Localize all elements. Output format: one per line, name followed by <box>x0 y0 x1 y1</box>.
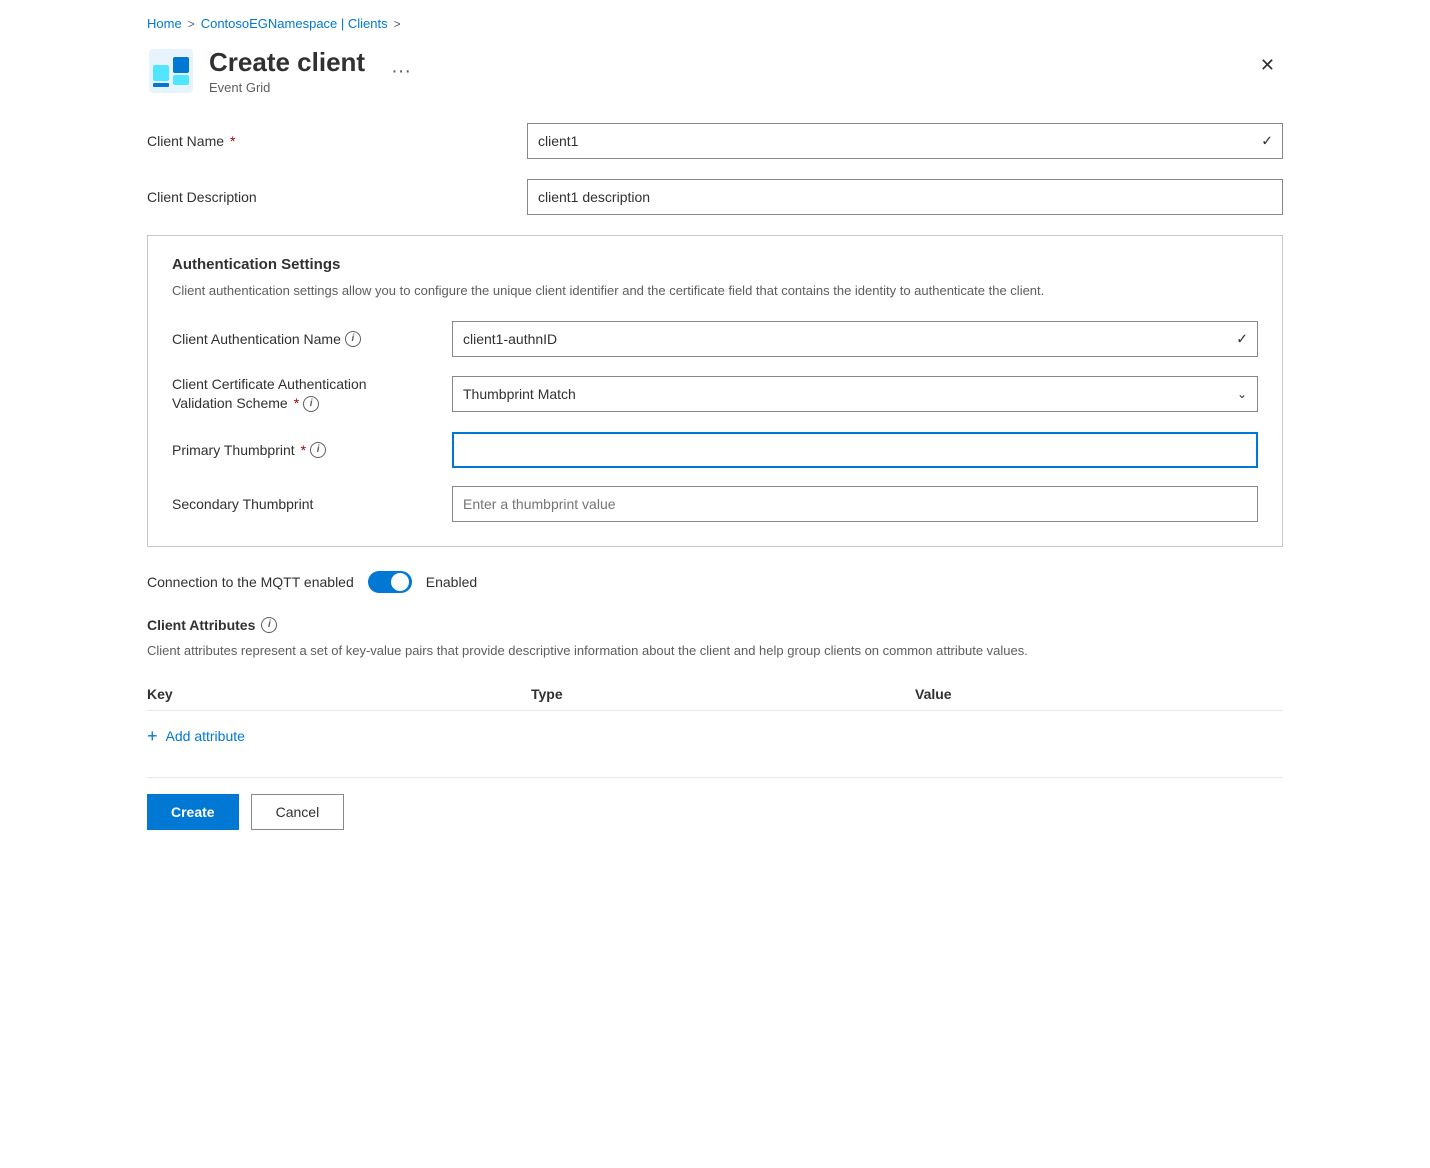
client-attributes-desc: Client attributes represent a set of key… <box>147 641 1283 661</box>
authn-name-row: Client Authentication Name i ✓ <box>172 321 1258 357</box>
header-text: Create client Event Grid <box>209 47 365 95</box>
primary-thumbprint-info-icon[interactable]: i <box>310 442 326 458</box>
cert-scheme-label: Client Certificate Authentication Valida… <box>172 375 452 414</box>
page-subtitle: Event Grid <box>209 80 365 95</box>
close-button[interactable]: ✕ <box>1252 51 1283 80</box>
cert-scheme-info-icon[interactable]: i <box>303 396 319 412</box>
cert-scheme-dropdown[interactable]: Thumbprint Match ⌄ <box>452 376 1258 412</box>
secondary-thumbprint-row: Secondary Thumbprint <box>172 486 1258 522</box>
authentication-settings-box: Authentication Settings Client authentic… <box>147 235 1283 547</box>
col-header-type: Type <box>531 686 899 702</box>
secondary-thumbprint-input[interactable] <box>452 486 1258 522</box>
client-description-row: Client Description <box>147 179 1283 215</box>
create-button[interactable]: Create <box>147 794 239 830</box>
page-title: Create client <box>209 47 365 78</box>
primary-thumbprint-label: Primary Thumbprint * i <box>172 442 452 458</box>
client-attributes-section: Client Attributes i Client attributes re… <box>147 617 1283 754</box>
primary-thumbprint-required: * <box>301 442 306 458</box>
client-description-label: Client Description <box>147 189 527 205</box>
breadcrumb-home[interactable]: Home <box>147 16 182 31</box>
client-name-control: ✓ <box>527 123 1283 159</box>
breadcrumb: Home > ContosoEGNamespace | Clients > <box>147 16 1283 31</box>
mqtt-label: Connection to the MQTT enabled <box>147 574 354 590</box>
cert-scheme-control: Thumbprint Match ⌄ <box>452 376 1258 412</box>
page-header: Create client Event Grid ··· ✕ <box>147 47 1283 95</box>
cert-scheme-chevron-icon: ⌄ <box>1237 387 1247 401</box>
authn-name-input[interactable] <box>452 321 1258 357</box>
auth-settings-desc: Client authentication settings allow you… <box>172 281 1258 301</box>
client-name-row: Client Name * ✓ <box>147 123 1283 159</box>
auth-settings-title: Authentication Settings <box>172 256 1258 273</box>
cancel-button[interactable]: Cancel <box>251 794 345 830</box>
primary-thumbprint-row: Primary Thumbprint * i <box>172 432 1258 468</box>
breadcrumb-namespace[interactable]: ContosoEGNamespace | Clients <box>201 16 388 31</box>
col-header-key: Key <box>147 686 515 702</box>
authn-name-control: ✓ <box>452 321 1258 357</box>
breadcrumb-sep1: > <box>188 17 195 31</box>
secondary-thumbprint-label: Secondary Thumbprint <box>172 496 452 512</box>
client-description-control <box>527 179 1283 215</box>
add-attribute-label: Add attribute <box>166 728 245 744</box>
primary-thumbprint-input[interactable] <box>452 432 1258 468</box>
authn-name-check-icon: ✓ <box>1236 330 1248 347</box>
mqtt-toggle[interactable] <box>368 571 412 593</box>
breadcrumb-sep2: > <box>394 17 401 31</box>
client-attributes-title: Client Attributes i <box>147 617 1283 633</box>
cert-scheme-row: Client Certificate Authentication Valida… <box>172 375 1258 414</box>
client-attrs-info-icon[interactable]: i <box>261 617 277 633</box>
header-left: Create client Event Grid ··· <box>147 47 411 95</box>
add-attribute-icon: + <box>147 727 158 745</box>
client-name-input[interactable] <box>527 123 1283 159</box>
mqtt-row: Connection to the MQTT enabled Enabled <box>147 571 1283 593</box>
client-description-input[interactable] <box>527 179 1283 215</box>
cert-scheme-value: Thumbprint Match <box>463 386 576 402</box>
authn-name-label: Client Authentication Name i <box>172 331 452 347</box>
event-grid-icon <box>147 47 195 95</box>
attrs-table-header: Key Type Value <box>147 678 1283 711</box>
toggle-thumb <box>391 573 409 591</box>
mqtt-status-label: Enabled <box>426 574 477 590</box>
client-name-check-icon: ✓ <box>1261 133 1273 150</box>
client-name-input-wrapper: ✓ <box>527 123 1283 159</box>
client-name-required: * <box>230 133 235 149</box>
add-attribute-row[interactable]: + Add attribute <box>147 719 1283 753</box>
cert-scheme-required: * <box>294 394 299 414</box>
more-options-button[interactable]: ··· <box>391 60 411 83</box>
client-name-label: Client Name * <box>147 133 527 149</box>
col-header-value: Value <box>915 686 1283 702</box>
primary-thumbprint-control <box>452 432 1258 468</box>
authn-name-input-wrapper: ✓ <box>452 321 1258 357</box>
secondary-thumbprint-control <box>452 486 1258 522</box>
authn-name-info-icon[interactable]: i <box>345 331 361 347</box>
bottom-actions: Create Cancel <box>147 777 1283 830</box>
